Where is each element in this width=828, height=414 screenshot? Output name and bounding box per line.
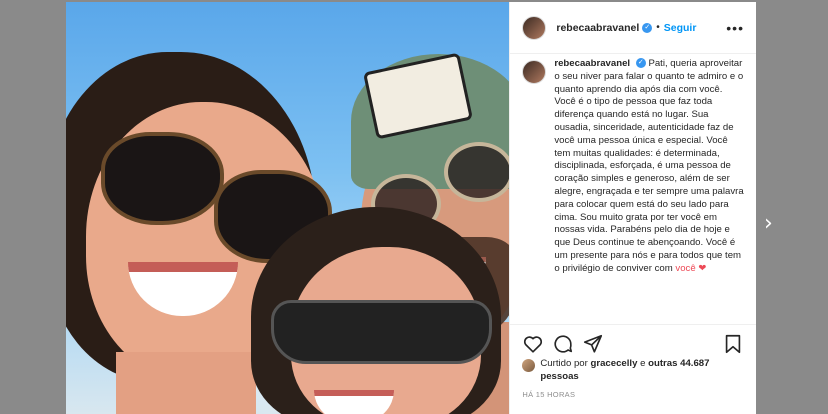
follow-button[interactable]: Seguir — [664, 22, 697, 34]
photo-person-right-glasses-right — [444, 142, 510, 202]
likes-text: Curtido por gracecelly e outras 44.687 p… — [540, 358, 744, 384]
post-header: rebecaabravanel ✓ • Seguir ••• — [510, 2, 756, 54]
likes-first-user[interactable]: gracecelly — [591, 358, 638, 369]
chevron-right-icon[interactable]: › — [764, 211, 773, 236]
caption-text-block: rebecaabravanel ✓ Pati, queria aproveita… — [554, 58, 746, 276]
caption-text-tail: você ❤ — [675, 262, 707, 274]
caption-avatar[interactable] — [522, 60, 547, 84]
bookmark-icon[interactable] — [722, 333, 744, 355]
post-timestamp[interactable]: HÁ 15 HORAS — [522, 390, 575, 399]
liker-avatar[interactable] — [522, 359, 536, 372]
caption-username[interactable]: rebecaabravanel — [554, 58, 630, 69]
photo-person-left-neck — [116, 352, 256, 414]
caption-text: Pati, queria aproveitar o seu niver para… — [554, 58, 744, 274]
post-actions-bar — [510, 324, 756, 362]
post-author-username[interactable]: rebecaabravanel — [556, 22, 639, 34]
post-modal: rebecaabravanel ✓ • Seguir ••• rebecaabr… — [66, 2, 756, 414]
caption-comment: rebecaabravanel ✓ Pati, queria aproveita… — [522, 58, 746, 276]
share-icon[interactable] — [582, 333, 604, 355]
heart-icon[interactable] — [522, 333, 544, 355]
caption-verified-badge-icon: ✓ — [635, 58, 646, 69]
avatar[interactable] — [522, 15, 547, 40]
likes-summary: Curtido por gracecelly e outras 44.687 p… — [522, 358, 744, 384]
likes-prefix: Curtido por — [540, 358, 588, 369]
photo-person-middle-smile — [314, 390, 394, 414]
post-photo[interactable] — [66, 2, 510, 414]
verified-badge-icon: ✓ — [642, 22, 653, 33]
photo-person-left-sunglasses-left — [101, 132, 224, 225]
comments-area[interactable]: rebecaabravanel ✓ Pati, queria aproveita… — [510, 54, 756, 324]
post-side-panel: rebecaabravanel ✓ • Seguir ••• rebecaabr… — [509, 2, 756, 414]
photo-person-middle-sunglasses — [271, 300, 492, 364]
more-options-icon[interactable]: ••• — [726, 20, 744, 36]
likes-connector: e — [640, 358, 646, 369]
comment-icon[interactable] — [552, 333, 574, 355]
separator-dot: • — [656, 22, 660, 33]
